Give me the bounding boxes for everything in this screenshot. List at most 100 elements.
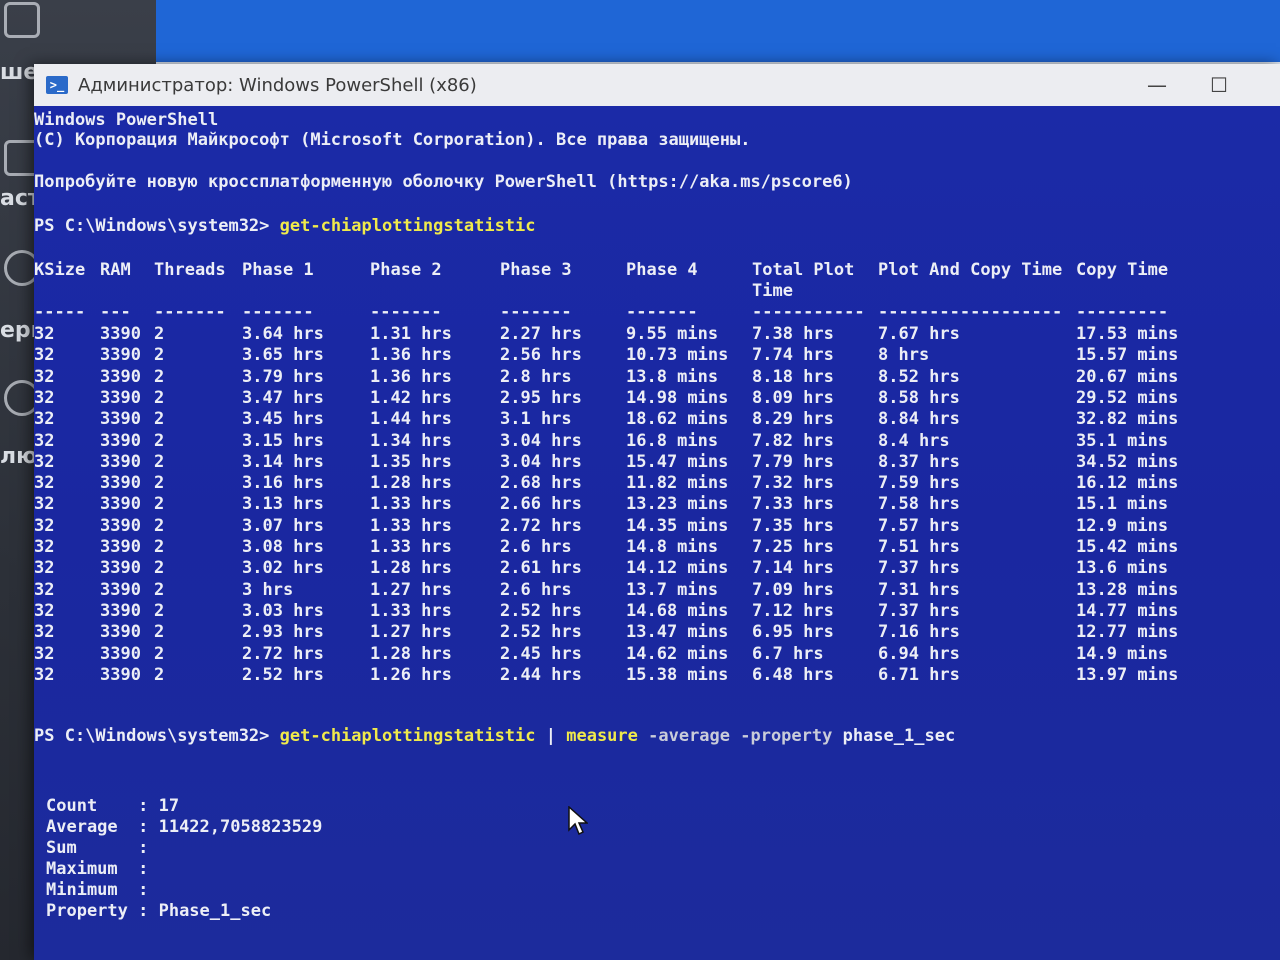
table-cell: 3390 [100,430,141,451]
measure-line: Minimum : [46,880,159,901]
table-cell: 15.57 mins [1076,345,1179,366]
command-parameters: -average -property [637,726,843,746]
table-cell: 1.36 hrs [370,345,452,366]
table-cell: 1.42 hrs [370,387,452,408]
table-cell: 3390 [100,643,141,664]
table-cell: 7.14 hrs [752,558,834,579]
table-cell: 3390 [100,622,141,643]
table-cell: 2.72 hrs [500,515,582,536]
column-header: Threads [154,260,226,280]
table-cell: 32 [34,622,55,643]
table-cell: 3390 [100,451,141,472]
column-header: Time [752,281,793,301]
table-cell: 13.97 mins [1076,664,1179,685]
measure-label: Average : [46,817,159,837]
table-cell: 32 [34,494,55,515]
table-cell: 34.52 mins [1076,451,1179,472]
table-cell: 7.32 hrs [752,473,834,494]
table-row: 32 3390 2 3.79 hrs 1.36 hrs 2.8 hrs 13.8 mins 8… [34,367,1280,388]
column-header: Phase 4 [626,260,698,280]
table-cell: 1.28 hrs [370,558,452,579]
table-cell: 3 hrs [242,579,294,600]
column-separator: ----- [34,302,86,322]
table-cell: 2.61 hrs [500,558,582,579]
pipe-operator: | [535,726,567,746]
table-cell: 3.45 hrs [242,409,324,430]
measure-line: Sum : [46,838,159,859]
table-cell: 16.12 mins [1076,473,1179,494]
table-cell: 7.58 hrs [878,494,960,515]
table-cell: 2.6 hrs [500,579,572,600]
table-cell: 3390 [100,366,141,387]
table-cell: 14.62 mins [626,643,729,664]
table-cell: 15.42 mins [1076,537,1179,557]
table-cell: 32 [34,558,55,579]
table-cell: 3.64 hrs [242,324,324,344]
table-cell: 2.8 hrs [500,366,572,387]
table-cell: 3390 [100,664,141,685]
table-cell: 8.84 hrs [878,409,960,430]
table-cell: 1.33 hrs [370,537,452,557]
table-cell: 2 [154,579,165,600]
table-cell: 7.57 hrs [878,515,960,536]
measure-line: Average : 11422,7058823529 [46,817,322,838]
console-header-line: (C) Корпорация Майкрософт (Microsoft Cor… [34,130,751,150]
table-cell: 3390 [100,600,141,621]
table-cell: 8.29 hrs [752,409,834,430]
table-cell: 6.7 hrs [752,643,824,664]
table-cell: 1.27 hrs [370,579,452,600]
table-cell: 1.33 hrs [370,600,452,621]
table-cell: 1.44 hrs [370,409,452,430]
table-cell: 3.1 hrs [500,409,572,430]
table-cell: 6.95 hrs [752,622,834,643]
table-cell: 1.27 hrs [370,622,452,643]
table-cell: 3.65 hrs [242,345,324,366]
table-cell: 2.66 hrs [500,494,582,515]
table-cell: 3390 [100,324,141,344]
column-separator: ------- [242,302,314,322]
console-output[interactable]: Windows PowerShell (C) Корпорация Майкро… [34,106,1280,960]
table-cell: 7.79 hrs [752,451,834,472]
background-window[interactable] [156,0,1280,70]
maximize-button[interactable]: ☐ [1188,64,1250,106]
table-cell: 14.68 mins [626,600,729,621]
table-cell: 1.31 hrs [370,324,452,344]
column-separator: ------------------ [878,302,1063,322]
minimize-button[interactable]: — [1126,64,1188,106]
table-cell: 3.03 hrs [242,600,324,621]
table-cell: 32 [34,515,55,536]
table-cell: 9.55 mins [626,324,719,344]
table-cell: 2.44 hrs [500,664,582,685]
table-cell: 2 [154,409,165,430]
table-cell: 32 [34,643,55,664]
command-text: measure [566,726,638,746]
title-bar[interactable]: >_ Администратор: Windows PowerShell (x8… [34,64,1280,106]
table-cell: 2 [154,515,165,536]
table-cell: 2 [154,664,165,685]
table-cell: 7.37 hrs [878,600,960,621]
console-header-line: Попробуйте новую кроссплатформенную обол… [34,172,853,192]
table-cell: 29.52 mins [1076,387,1179,408]
table-cell: 8.18 hrs [752,366,834,387]
table-cell: 2 [154,600,165,621]
table-cell: 2.56 hrs [500,345,582,366]
command-text: get-chiaplottingstatistic [279,726,536,746]
prompt: PS C:\Windows\system32> [34,216,280,236]
table-cell: 3.14 hrs [242,451,324,472]
table-cell: 32 [34,473,55,494]
desktop-icon[interactable] [4,2,40,38]
measure-value: Phase_1_sec [158,901,272,921]
powershell-window[interactable]: >_ Администратор: Windows PowerShell (x8… [34,64,1280,960]
mouse-cursor-icon [568,806,588,836]
table-cell: 2.68 hrs [500,473,582,494]
table-cell: 12.9 mins [1076,515,1169,536]
table-cell: 15.1 mins [1076,494,1169,515]
table-cell: 32 [34,451,55,472]
table-cell: 3390 [100,345,141,366]
measure-line: Property : Phase_1_sec [46,901,271,922]
table-cell: 13.8 mins [626,366,719,387]
table-cell: 3390 [100,387,141,408]
table-cell: 7.82 hrs [752,430,834,451]
table-cell: 32 [34,430,55,451]
table-cell: 8.09 hrs [752,387,834,408]
